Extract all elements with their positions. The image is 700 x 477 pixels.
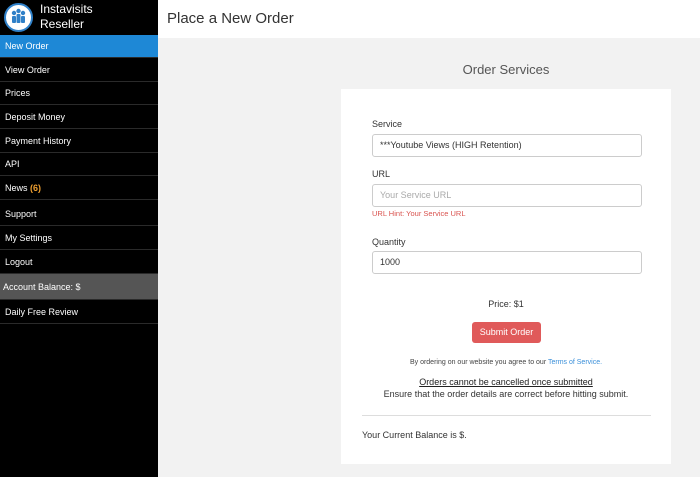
warning-text: Ensure that the order details are correc… [383, 389, 629, 399]
brand[interactable]: Instavisits Reseller [0, 0, 158, 34]
sidebar-item-label: New Order [5, 41, 49, 51]
page-title: Place a New Order [167, 10, 294, 27]
sidebar-item-label: Logout [5, 257, 33, 267]
sidebar-item-prices[interactable]: Prices [0, 82, 158, 105]
order-form-panel: Service ***Youtube Views (HIGH Retention… [341, 89, 671, 464]
brand-subtitle: Reseller [40, 17, 85, 31]
sidebar-item-new-order[interactable]: New Order [0, 35, 158, 58]
sidebar: Instavisits Reseller New Order View Orde… [0, 0, 158, 477]
sidebar-item-api[interactable]: API [0, 153, 158, 176]
brand-name: Instavisits [40, 2, 93, 16]
account-balance-label: Account Balance: $ [3, 282, 81, 292]
page-header: Place a New Order [158, 0, 700, 38]
sidebar-item-label: Daily Free Review [5, 307, 79, 317]
news-count-badge: (6) [30, 183, 42, 193]
service-label: Service [372, 119, 403, 129]
sidebar-item-label: Support [5, 209, 37, 219]
logo-icon [4, 3, 33, 32]
sidebar-item-label: Payment History [5, 136, 72, 146]
url-label: URL [372, 169, 391, 179]
sidebar-item-label: My Settings [5, 233, 53, 243]
quantity-input[interactable] [380, 257, 635, 267]
current-balance: Your Current Balance is $. [362, 430, 467, 440]
sidebar-item-deposit-money[interactable]: Deposit Money [0, 106, 158, 129]
url-input[interactable] [380, 190, 635, 200]
service-select[interactable]: ***Youtube Views (HIGH Retention) [372, 134, 642, 157]
sidebar-item-daily-free-review[interactable]: Daily Free Review [0, 301, 158, 324]
sidebar-item-support[interactable]: Support [0, 203, 158, 226]
sidebar-item-view-order[interactable]: View Order [0, 59, 158, 82]
terms-notice: By ordering on our website you agree to … [341, 359, 671, 366]
divider [362, 415, 651, 416]
warning-title: Orders cannot be cancelled once submitte… [419, 377, 593, 387]
sidebar-item-label: View Order [5, 65, 50, 75]
url-field-wrapper [372, 184, 642, 207]
url-hint: URL Hint: Your Service URL [372, 209, 466, 218]
sidebar-item-news[interactable]: News (6) [0, 177, 158, 200]
sidebar-account-balance: Account Balance: $ [0, 274, 158, 300]
price-display: Price: $1 [488, 299, 524, 309]
sidebar-item-label: News [5, 183, 28, 193]
terms-prefix: By ordering on our website you agree to … [409, 359, 548, 366]
panel-heading: Order Services [462, 62, 550, 77]
sidebar-item-my-settings[interactable]: My Settings [0, 227, 158, 250]
service-select-value: ***Youtube Views (HIGH Retention) [380, 140, 522, 150]
terms-of-service-link[interactable]: Terms of Service. [548, 359, 602, 366]
sidebar-item-label: API [5, 159, 20, 169]
sidebar-item-label: Deposit Money [5, 112, 66, 122]
submit-order-button[interactable]: Submit Order [472, 322, 541, 343]
sidebar-item-payment-history[interactable]: Payment History [0, 130, 158, 153]
sidebar-item-logout[interactable]: Logout [0, 251, 158, 274]
quantity-field-wrapper [372, 251, 642, 274]
sidebar-item-label: Prices [5, 88, 31, 98]
quantity-label: Quantity [372, 237, 406, 247]
